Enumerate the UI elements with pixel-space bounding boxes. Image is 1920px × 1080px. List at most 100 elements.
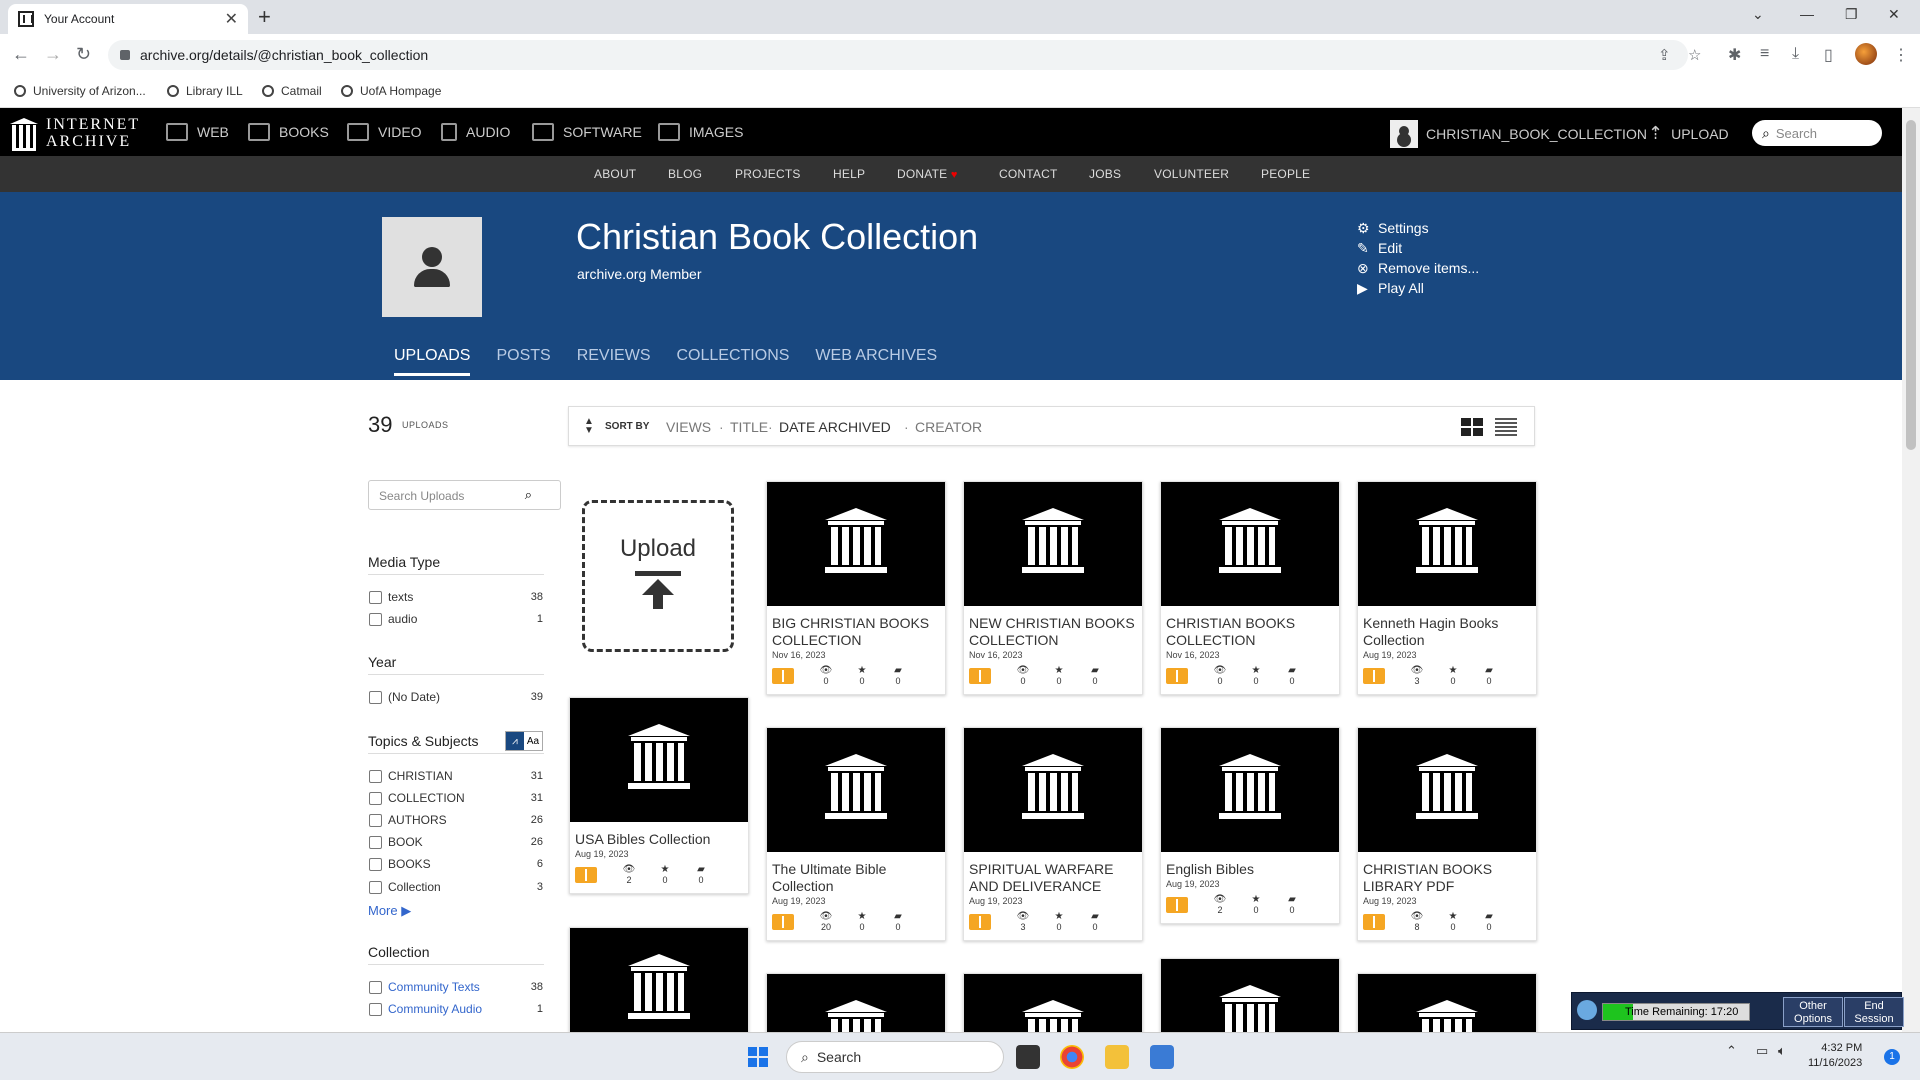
- item-tile[interactable]: SPIRITUAL WARFARE AND DELIVERANCE Aug 19,…: [963, 727, 1143, 941]
- item-title[interactable]: USA Bibles Collection: [570, 822, 748, 848]
- item-thumbnail[interactable]: [570, 698, 748, 822]
- tab-collections[interactable]: COLLECTIONS: [677, 347, 790, 376]
- notification-badge[interactable]: 1: [1884, 1049, 1900, 1065]
- item-title[interactable]: CHRISTIAN BOOKS LIBRARY PDF: [1358, 852, 1536, 895]
- end-session-button[interactable]: End Session: [1844, 997, 1904, 1027]
- tab-posts[interactable]: POSTS: [496, 347, 550, 376]
- facet-row[interactable]: COLLECTION 31: [369, 790, 543, 806]
- menu-icon[interactable]: ⋮: [1893, 45, 1909, 65]
- sort-toggle-icon[interactable]: ▲ ▼: [584, 417, 594, 436]
- close-tab-icon[interactable]: ✕: [225, 9, 238, 29]
- bookmark-item[interactable]: Library ILL: [167, 84, 243, 98]
- reading-list-icon[interactable]: ≡: [1760, 45, 1769, 63]
- search-icon[interactable]: ⌕: [525, 487, 532, 503]
- item-tile[interactable]: The Ultimate Bible Collection Aug 19, 202…: [766, 727, 946, 941]
- url-field[interactable]: archive.org/details/@christian_book_coll…: [108, 40, 1701, 70]
- ia-logo[interactable]: INTERNET ARCHIVE: [10, 116, 140, 151]
- tab-uploads[interactable]: UPLOADS: [394, 347, 471, 376]
- nav-software[interactable]: SOFTWARE: [532, 123, 642, 141]
- tile-view-icon[interactable]: [1461, 418, 1483, 436]
- volume-icon[interactable]: 🔈︎: [1778, 1043, 1786, 1059]
- close-window-icon[interactable]: ✕: [1888, 6, 1900, 23]
- topics-view-toggle[interactable]: ⩘ Aa: [505, 731, 543, 751]
- checkbox[interactable]: [369, 835, 382, 849]
- subnav-people[interactable]: PEOPLE: [1261, 167, 1310, 181]
- checkbox[interactable]: [369, 1002, 382, 1016]
- item-thumbnail[interactable]: [767, 482, 945, 606]
- item-title[interactable]: The Ultimate Bible Collection: [767, 852, 945, 895]
- subnav-volunteer[interactable]: VOLUNTEER: [1154, 167, 1229, 181]
- checkbox[interactable]: [369, 590, 382, 604]
- facet-row[interactable]: BOOK 26: [369, 834, 543, 850]
- facet-row[interactable]: audio 1: [369, 611, 543, 627]
- bookmark-item[interactable]: UofA Hompage: [341, 84, 441, 98]
- subnav-about[interactable]: ABOUT: [594, 167, 636, 181]
- restore-icon[interactable]: ❐: [1845, 6, 1858, 23]
- checkbox[interactable]: [369, 769, 382, 783]
- bookmark-item[interactable]: University of Arizon...: [14, 84, 146, 98]
- other-options-button[interactable]: Other Options: [1783, 997, 1843, 1027]
- tab-search-icon[interactable]: ⌄: [1752, 6, 1764, 23]
- item-thumbnail[interactable]: [1161, 482, 1339, 606]
- tab-reviews[interactable]: REVIEWS: [577, 347, 651, 376]
- sidepanel-icon[interactable]: ▯: [1824, 45, 1833, 65]
- item-thumbnail[interactable]: [964, 482, 1142, 606]
- item-tile[interactable]: USA Bibles Collection Aug 19, 2023 👁︎ 2 ★ 0 ▰ 0: [569, 697, 749, 894]
- item-title[interactable]: Kenneth Hagin Books Collection: [1358, 606, 1536, 649]
- nav-books[interactable]: BOOKS: [248, 123, 329, 141]
- facet-row[interactable]: (No Date) 39: [369, 689, 543, 705]
- nav-video[interactable]: VIDEO: [347, 123, 422, 141]
- item-thumbnail[interactable]: [767, 728, 945, 852]
- download-icon[interactable]: ⤓: [1792, 45, 1799, 63]
- subnav-contact[interactable]: CONTACT: [999, 167, 1058, 181]
- facet-row[interactable]: Community Audio 1: [369, 1001, 543, 1017]
- system-clock[interactable]: 4:32 PM 11/16/2023: [1808, 1041, 1862, 1071]
- new-tab-button[interactable]: +: [258, 4, 271, 30]
- task-view-icon[interactable]: [1016, 1045, 1040, 1069]
- scrollbar-thumb[interactable]: [1906, 120, 1916, 450]
- forward-icon[interactable]: →: [44, 44, 62, 65]
- item-tile[interactable]: NEW CHRISTIAN BOOKS COLLECTION Nov 16, 20…: [963, 481, 1143, 695]
- reload-icon[interactable]: ↻: [76, 44, 91, 65]
- nav-audio[interactable]: AUDIO: [441, 123, 510, 141]
- nav-web[interactable]: WEB: [166, 123, 229, 141]
- edit-link[interactable]: ✎ Edit: [1357, 238, 1479, 258]
- chrome-icon[interactable]: [1060, 1045, 1084, 1069]
- item-title[interactable]: SPIRITUAL WARFARE AND DELIVERANCE: [964, 852, 1142, 895]
- subnav-help[interactable]: HELP: [833, 167, 865, 181]
- bookmark-star-icon[interactable]: ☆: [1688, 46, 1701, 64]
- item-thumbnail[interactable]: [1358, 482, 1536, 606]
- browser-tab[interactable]: Your Account ✕: [8, 4, 248, 34]
- facet-row[interactable]: BOOKS 6: [369, 856, 543, 872]
- item-thumbnail[interactable]: [1161, 728, 1339, 852]
- taskbar-search[interactable]: ⌕ Search: [786, 1041, 1004, 1073]
- back-icon[interactable]: ←: [12, 44, 30, 65]
- checkbox[interactable]: [369, 880, 382, 894]
- extensions-icon[interactable]: ✱: [1728, 45, 1741, 65]
- checkbox[interactable]: [369, 690, 382, 704]
- ia-search-input[interactable]: ⌕ Search: [1752, 120, 1882, 146]
- network-icon[interactable]: ▭: [1756, 1043, 1768, 1059]
- sort-creator[interactable]: CREATOR: [915, 419, 982, 435]
- account-menu[interactable]: CHRISTIAN_BOOK_COLLECTION: [1390, 120, 1647, 148]
- upload-tile[interactable]: Upload: [582, 500, 734, 652]
- share-icon[interactable]: ⇪: [1658, 46, 1671, 64]
- alpha-sort-toggle[interactable]: Aa: [524, 732, 542, 750]
- item-tile[interactable]: CHRISTIAN BOOKS COLLECTION Nov 16, 2023 👁︎…: [1160, 481, 1340, 695]
- more-topics-link[interactable]: More ▶: [368, 903, 411, 919]
- sort-title[interactable]: TITLE: [730, 419, 768, 435]
- upload-link[interactable]: ⇡ UPLOAD: [1648, 123, 1729, 144]
- sort-date-archived[interactable]: DATE ARCHIVED: [779, 419, 891, 435]
- item-title[interactable]: English Bibles: [1161, 852, 1339, 878]
- checkbox[interactable]: [369, 980, 382, 994]
- file-explorer-icon[interactable]: [1105, 1045, 1129, 1069]
- minimize-icon[interactable]: —: [1800, 6, 1814, 22]
- list-view-icon[interactable]: [1495, 418, 1517, 436]
- chart-icon[interactable]: ⩘: [506, 732, 524, 750]
- checkbox[interactable]: [369, 857, 382, 871]
- subnav-projects[interactable]: PROJECTS: [735, 167, 801, 181]
- facet-row[interactable]: texts 38: [369, 589, 543, 605]
- subnav-blog[interactable]: BLOG: [668, 167, 702, 181]
- item-title[interactable]: BIG CHRISTIAN BOOKS COLLECTION: [767, 606, 945, 649]
- tab-web-archives[interactable]: WEB ARCHIVES: [815, 347, 937, 376]
